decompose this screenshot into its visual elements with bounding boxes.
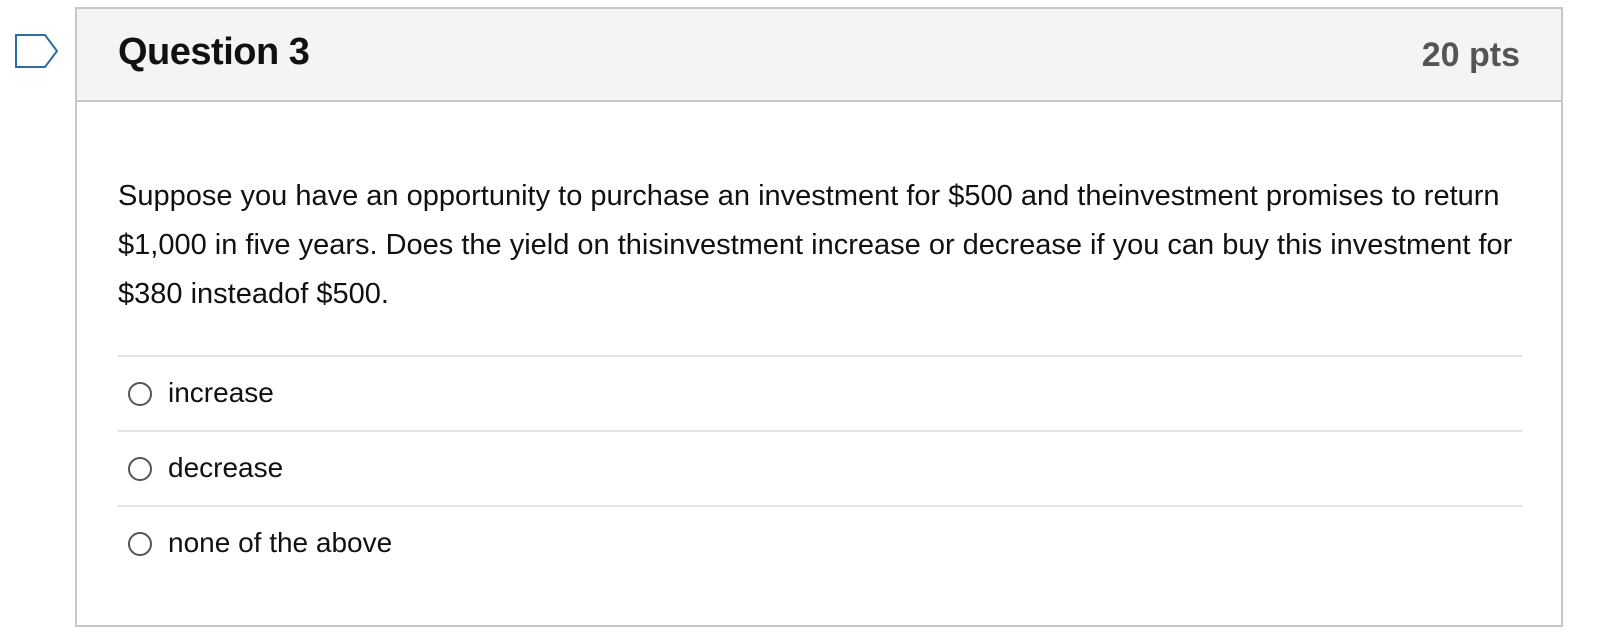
answer-label[interactable]: none of the above: [168, 527, 392, 559]
radio-button[interactable]: [128, 457, 152, 481]
question-points: 20 pts: [1421, 36, 1520, 74]
question-header: Question 3 20 pts: [77, 9, 1561, 102]
question-title: Question 3: [118, 31, 310, 73]
answer-label[interactable]: decrease: [168, 452, 283, 484]
answer-label[interactable]: increase: [168, 377, 274, 409]
radio-button[interactable]: [128, 532, 152, 556]
question-text: Suppose you have an opportunity to purch…: [118, 180, 1513, 310]
answer-option[interactable]: none of the above: [118, 507, 1522, 582]
answer-list: increase decrease none of the above: [118, 355, 1522, 582]
answer-option[interactable]: decrease: [118, 432, 1522, 507]
bookmark-flag-icon[interactable]: [15, 34, 59, 68]
answer-option[interactable]: increase: [118, 357, 1522, 432]
question-card: Question 3 20 pts Suppose you have an op…: [75, 7, 1563, 627]
radio-button[interactable]: [128, 382, 152, 406]
